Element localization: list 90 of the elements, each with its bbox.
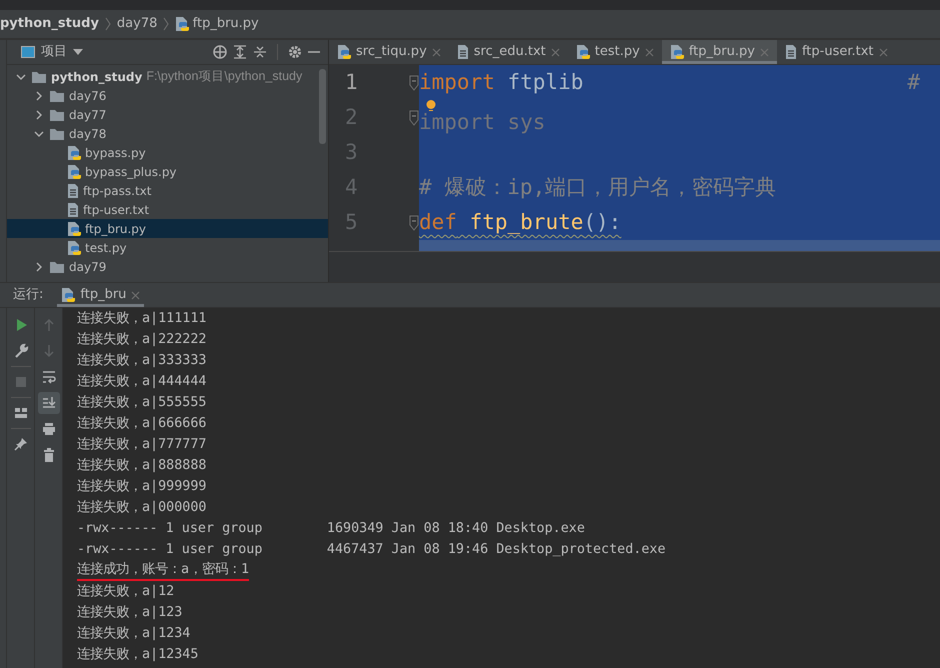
console-line: 连接失败，a|666666: [77, 414, 206, 433]
scroll-to-end-icon: [40, 395, 56, 411]
soft-wrap-icon: [40, 369, 56, 385]
tree-item[interactable]: ftp_bru.py: [7, 219, 328, 238]
code-line: import sys: [419, 111, 546, 133]
run-tab[interactable]: ftp_bru: [57, 283, 144, 307]
tree-item[interactable]: day79: [7, 257, 328, 276]
editor-tab[interactable]: src_edu.txt: [448, 40, 568, 64]
code-line: import ftplib: [419, 69, 584, 96]
dropdown-caret-icon: [73, 49, 83, 55]
window-icon: [21, 46, 35, 58]
text-file-icon: [67, 182, 79, 198]
text-file-icon: [784, 44, 797, 60]
tree-item[interactable]: test.py: [7, 238, 328, 257]
scroll-to-end-button[interactable]: [38, 392, 60, 414]
editor-tab[interactable]: ftp_bru.py: [662, 40, 777, 64]
python-file-icon: [67, 144, 81, 160]
minimize-icon: [308, 50, 320, 54]
code-line: def ftp_brute():: [419, 209, 622, 236]
close-icon: [760, 48, 769, 56]
panel-title: 项目: [41, 43, 67, 62]
close-icon: [644, 48, 654, 56]
console-line: 连接失败，a|12345: [77, 646, 198, 664]
python-file-icon: [670, 44, 684, 60]
console-line: 连接成功，账号：a，密码：1: [77, 560, 250, 581]
console-line: 连接失败，a|888888: [77, 456, 206, 475]
layout-icon: [12, 405, 28, 421]
console-line: 连接失败，a|444444: [77, 372, 206, 391]
folder-icon: [49, 88, 65, 102]
console-line: 连接失败，a|999999: [77, 478, 206, 496]
tree-item[interactable]: ftp-user.txt: [7, 200, 328, 219]
tree-item[interactable]: day77: [7, 105, 328, 124]
code-comment: #: [907, 69, 920, 96]
fold-marker-icon[interactable]: [409, 110, 419, 126]
line-number: 1: [345, 70, 358, 94]
close-icon: [878, 48, 888, 56]
chevron-right-icon: [163, 17, 170, 31]
python-file-icon: [175, 16, 190, 32]
editor-tab[interactable]: test.py: [568, 40, 662, 64]
code-line: # 爆破：ip,端口，用户名，密码字典: [419, 174, 776, 201]
console-line: 连接失败，a|1234: [77, 624, 190, 643]
lightbulb-icon[interactable]: [426, 100, 436, 111]
folder-icon: [49, 260, 65, 274]
folder-icon: [49, 126, 65, 140]
tree-item[interactable]: python_study F:\python项目\python_study: [7, 67, 328, 86]
console-line: 连接失败，a|12: [77, 582, 174, 601]
python-file-icon: [67, 164, 81, 180]
close-icon: [550, 48, 560, 56]
fold-marker-icon[interactable]: [409, 74, 419, 90]
fold-marker-icon[interactable]: [409, 214, 419, 230]
python-file-icon: [67, 240, 81, 256]
tree-item[interactable]: day76: [7, 86, 328, 105]
breadcrumb-item[interactable]: python_study: [0, 14, 99, 34]
console-line: 连接失败，a|000000: [77, 498, 206, 517]
text-file-icon: [456, 44, 469, 60]
console-line: -rwx------ 1 user group 4467437 Jan 08 19:46 Desktop_protected.exe: [77, 541, 666, 559]
crosshair-icon: [213, 45, 227, 59]
python-file-icon: [67, 220, 81, 236]
console-line: 连接失败，a|222222: [77, 330, 206, 349]
python-file-icon: [576, 44, 590, 60]
editor-tab[interactable]: src_tiqu.py: [329, 40, 449, 64]
tree-item[interactable]: bypass.py: [7, 143, 328, 162]
breadcrumb-item[interactable]: day78: [116, 14, 158, 34]
console-line: 连接失败，a|333333: [77, 352, 206, 370]
console-line: 连接失败，a|777777: [77, 436, 206, 454]
text-file-icon: [67, 202, 79, 218]
python-file-icon: [337, 44, 351, 60]
wrench-icon: [12, 343, 28, 359]
tree-item[interactable]: bypass_plus.py: [7, 162, 328, 181]
close-icon: [131, 290, 140, 300]
close-icon: [432, 48, 441, 56]
chevron-right-icon: [104, 17, 111, 31]
tree-item[interactable]: day78: [7, 124, 328, 143]
console-line: 连接失败，a|111111: [77, 310, 206, 328]
console-line: -rwx------ 1 user group 1690349 Jan 08 18:40 Desktop.exe: [77, 520, 585, 538]
folder-icon: [31, 70, 47, 84]
run-label: 运行:: [13, 286, 44, 304]
folder-icon: [49, 108, 65, 122]
expand-all-icon: [233, 45, 247, 59]
pin-icon: [12, 436, 28, 452]
collapse-all-icon: [253, 45, 267, 59]
console-line: 连接失败，a|555555: [77, 394, 206, 412]
tree-item[interactable]: ftp-pass.txt: [7, 181, 328, 200]
console-line: 连接失败，a|123: [77, 604, 182, 622]
scrollbar-thumb[interactable]: [319, 69, 326, 144]
settings-icon: [288, 45, 302, 59]
python-file-icon: [61, 287, 76, 303]
editor-tab[interactable]: ftp-user.txt: [776, 40, 896, 64]
print-icon: [40, 421, 56, 437]
breadcrumb-item[interactable]: ftp_bru.py: [175, 14, 259, 34]
